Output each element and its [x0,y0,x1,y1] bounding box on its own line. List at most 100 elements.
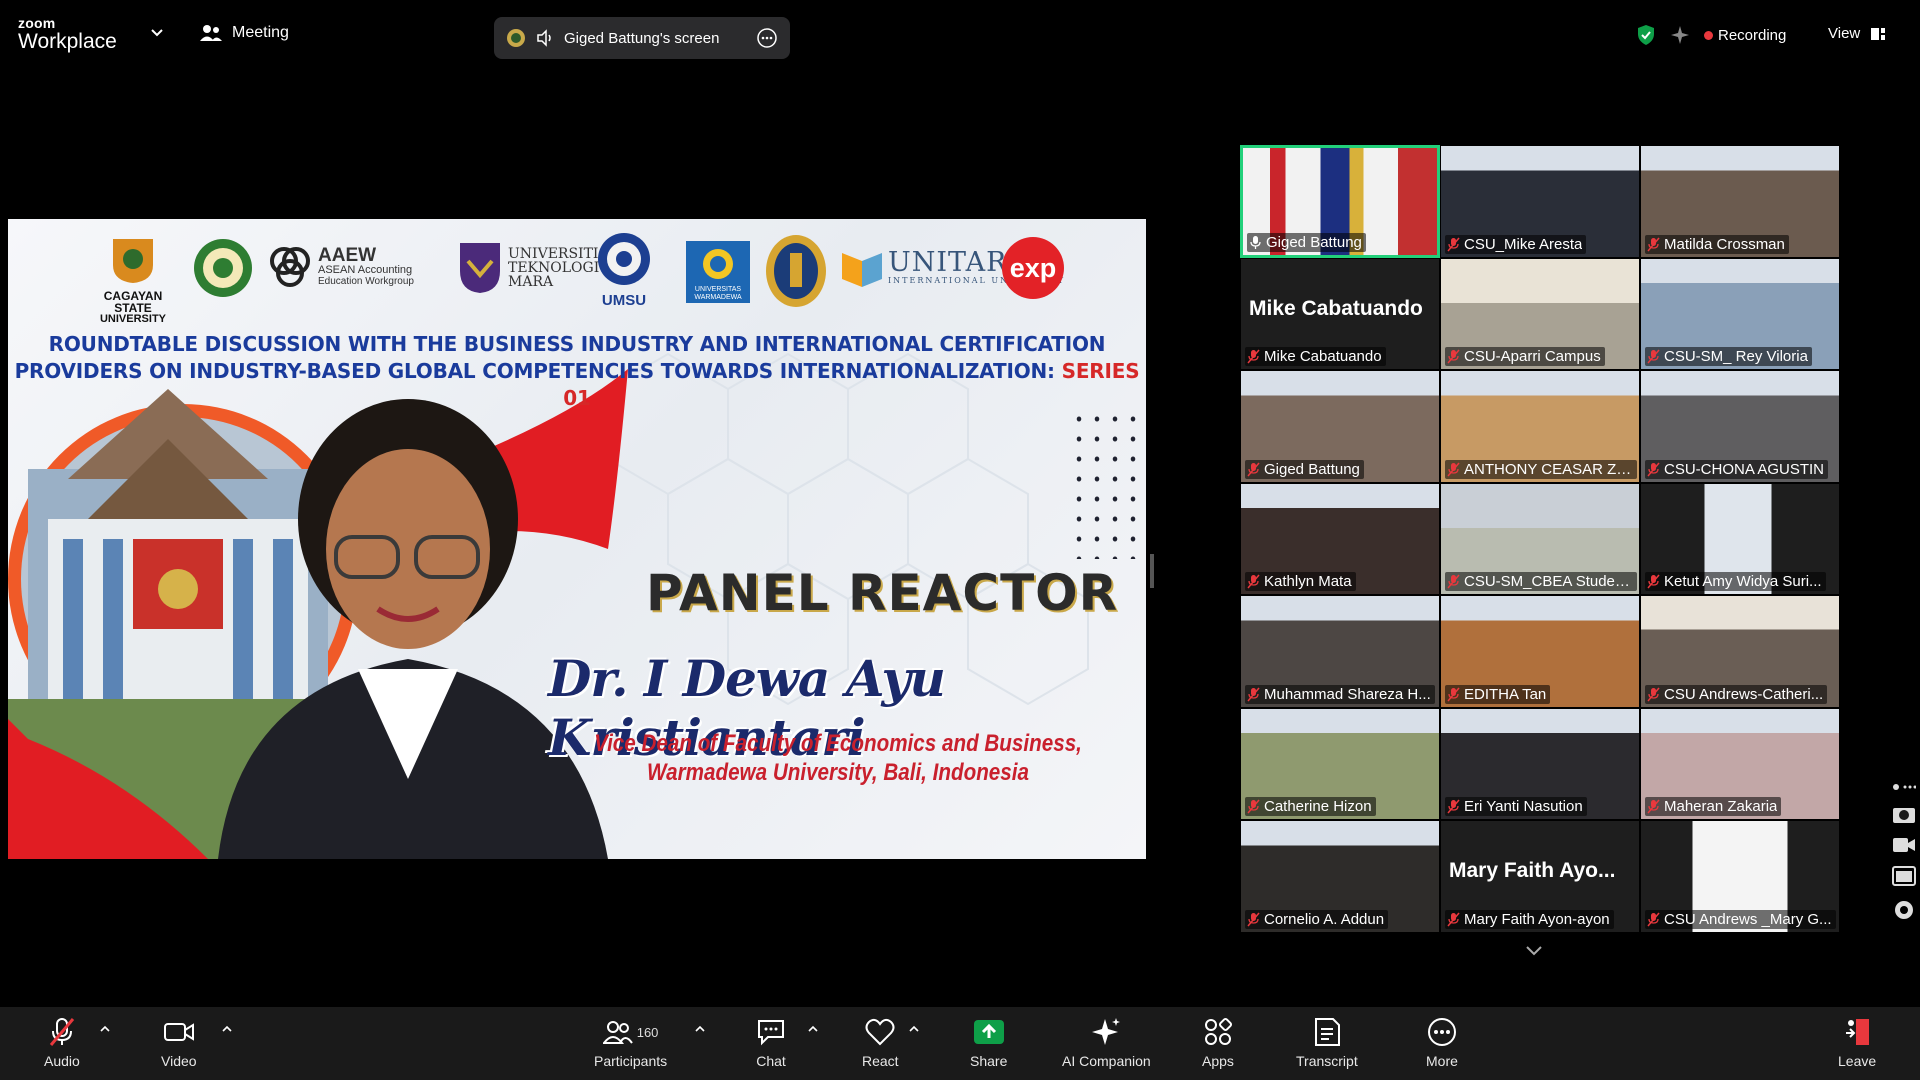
slide-title: ROUNDTABLE DISCUSSION WITH THE BUSINESS … [8,331,1146,412]
participant-tile[interactable]: Mike Cabatuando Mike Cabatuando [1240,257,1440,370]
video-button[interactable]: Video [161,1017,197,1069]
participant-name-label: CSU Andrews _Mary G... [1645,909,1836,929]
aaew-logo: AAEW ASEAN Accounting Education Workgrou… [268,245,414,289]
tools-menu-icon[interactable] [1892,782,1916,792]
seal-logo [192,237,254,304]
slide-title-line-1: ROUNDTABLE DISCUSSION WITH THE BUSINESS … [48,332,1106,356]
chat-button[interactable]: Chat [756,1017,786,1069]
chat-bubble-icon [758,1020,784,1046]
recording-dot-icon [1704,30,1713,40]
participant-tile[interactable]: CSU Andrews _Mary G... [1640,820,1840,933]
window-icon[interactable] [1892,866,1916,886]
unitar-book-icon [842,253,882,287]
people-icon [200,25,222,41]
transcript-label: Transcript [1296,1053,1358,1069]
zoom-logo[interactable]: zoom Workplace [18,16,117,52]
participant-tile[interactable]: Giged Battung [1240,370,1440,483]
screen-share-indicator[interactable]: Giged Battung's screen [494,17,790,59]
participant-name-label: Eri Yanti Nasution [1445,797,1587,816]
shared-screen-slide: CAGAYAN STATE UNIVERSITY AAEW ASEAN Acco… [8,219,1146,859]
participant-tile[interactable]: CSU_Mike Aresta [1440,145,1640,258]
participant-tile[interactable]: CSU-SM_ Rey Viloria [1640,257,1840,370]
resize-handle[interactable] [1150,554,1154,588]
uitm-name-3: MARA [508,274,554,290]
participant-gallery: Giged Battung CSU_Mike Aresta Matilda Cros… [1240,145,1840,933]
mic-muted-icon [1247,574,1260,589]
mic-on-icon [1250,235,1261,249]
participant-tile[interactable]: Matilda Crossman [1640,145,1840,258]
participant-tile[interactable]: Mary Faith Ayo... Mary Faith Ayon-ayon [1440,820,1640,933]
participant-tile[interactable]: EDITHA Tan [1440,595,1640,708]
chat-options-chevron-icon[interactable] [808,1024,818,1034]
participant-name: CSU Andrews _Mary G... [1664,910,1832,928]
csu-logo: CAGAYAN STATE UNIVERSITY [88,237,178,325]
react-button[interactable]: React [862,1017,899,1069]
participant-tile[interactable]: Catherine Hizon [1240,707,1440,820]
status-area: Recording [1636,24,1786,46]
participant-tile[interactable]: CSU-Aparri Campus [1440,257,1640,370]
camera-snapshot-icon[interactable] [1892,804,1916,824]
audio-options-chevron-icon[interactable] [100,1024,110,1034]
participant-name: Eri Yanti Nasution [1464,798,1583,815]
participants-button[interactable]: 160 Participants [594,1017,667,1069]
more-options-icon[interactable] [756,27,778,49]
round-seal-logo [764,233,828,314]
chevron-down-icon[interactable] [150,26,164,40]
view-button[interactable]: View [1828,25,1886,42]
participant-name: CSU Andrews-Catheri... [1664,685,1824,703]
csu-name-1: CAGAYAN STATE [103,289,163,315]
participant-name: Cornelio A. Addun [1264,910,1385,928]
participant-tile[interactable]: CSU Andrews-Catheri... [1640,595,1840,708]
leave-label: Leave [1838,1053,1877,1069]
participant-tile[interactable]: CSU-CHONA AGUSTIN [1640,370,1840,483]
gallery-next-page-icon[interactable] [1526,946,1542,956]
participant-tile[interactable]: Kathlyn Mata [1240,482,1440,595]
share-label: Giged Battung's screen [564,29,720,47]
floating-tools [1888,782,1920,922]
shield-check-icon[interactable] [1636,24,1656,46]
participant-name-label: Ketut Amy Widya Suri... [1645,572,1826,591]
participant-tile[interactable]: Eri Yanti Nasution [1440,707,1640,820]
mic-muted-icon [1647,237,1660,251]
participant-tile[interactable]: Ketut Amy Widya Suri... [1640,482,1840,595]
logo-small-text: zoom [18,15,56,31]
apps-button[interactable]: Apps [1202,1017,1234,1069]
participant-name: CSU-CHONA AGUSTIN [1664,460,1825,478]
exp-name: exp [1009,252,1057,283]
participant-name-label: Cornelio A. Addun [1245,909,1389,929]
uitm-name-2: TEKNOLOGI [508,260,600,276]
aaew-sub-2: Education Workgroup [318,276,414,287]
video-options-chevron-icon[interactable] [222,1024,232,1034]
uitm-name-1: UNIVERSITI [508,246,599,262]
participant-tile[interactable]: Maheran Zakaria [1640,707,1840,820]
participants-options-chevron-icon[interactable] [695,1024,705,1034]
participant-tile[interactable]: Cornelio A. Addun [1240,820,1440,933]
share-button[interactable]: Share [970,1017,1007,1069]
meeting-info-button[interactable]: Meeting [200,24,289,42]
participant-name-label: Giged Battung [1245,459,1364,479]
settings-gear-icon[interactable] [1892,898,1916,922]
participant-tile[interactable]: ANTHONY CEASAR ZA... [1440,370,1640,483]
participant-name-label: CSU-SM_CBEA Students [1445,572,1637,591]
audio-button[interactable]: Audio [44,1017,80,1069]
leave-button[interactable]: Leave [1838,1017,1876,1069]
transcript-button[interactable]: Transcript [1296,1017,1358,1069]
recording-indicator[interactable]: Recording [1704,27,1786,44]
more-dots-icon [1427,1018,1456,1046]
participant-name: CSU-SM_ Rey Viloria [1664,348,1808,365]
participant-tile[interactable]: CSU-SM_CBEA Students [1440,482,1640,595]
sparkle-icon[interactable] [1670,25,1690,45]
participant-name-label: Mike Cabatuando [1245,347,1386,366]
recording-label: Recording [1718,26,1787,44]
gear-seal-icon [194,239,252,297]
ai-companion-button[interactable]: AI Companion [1062,1017,1151,1069]
participant-name-label: CSU Andrews-Catheri... [1645,684,1828,704]
participant-tile[interactable]: Muhammad Shareza H... [1240,595,1440,708]
participants-count: 160 [636,1024,659,1040]
participant-name: ANTHONY CEASAR ZA... [1464,460,1633,478]
react-options-chevron-icon[interactable] [909,1024,919,1034]
participant-tile[interactable]: Giged Battung [1240,145,1440,258]
participant-name: Mike Cabatuando [1264,348,1382,365]
video-camera-icon[interactable] [1892,836,1916,854]
more-button[interactable]: More [1426,1017,1458,1069]
